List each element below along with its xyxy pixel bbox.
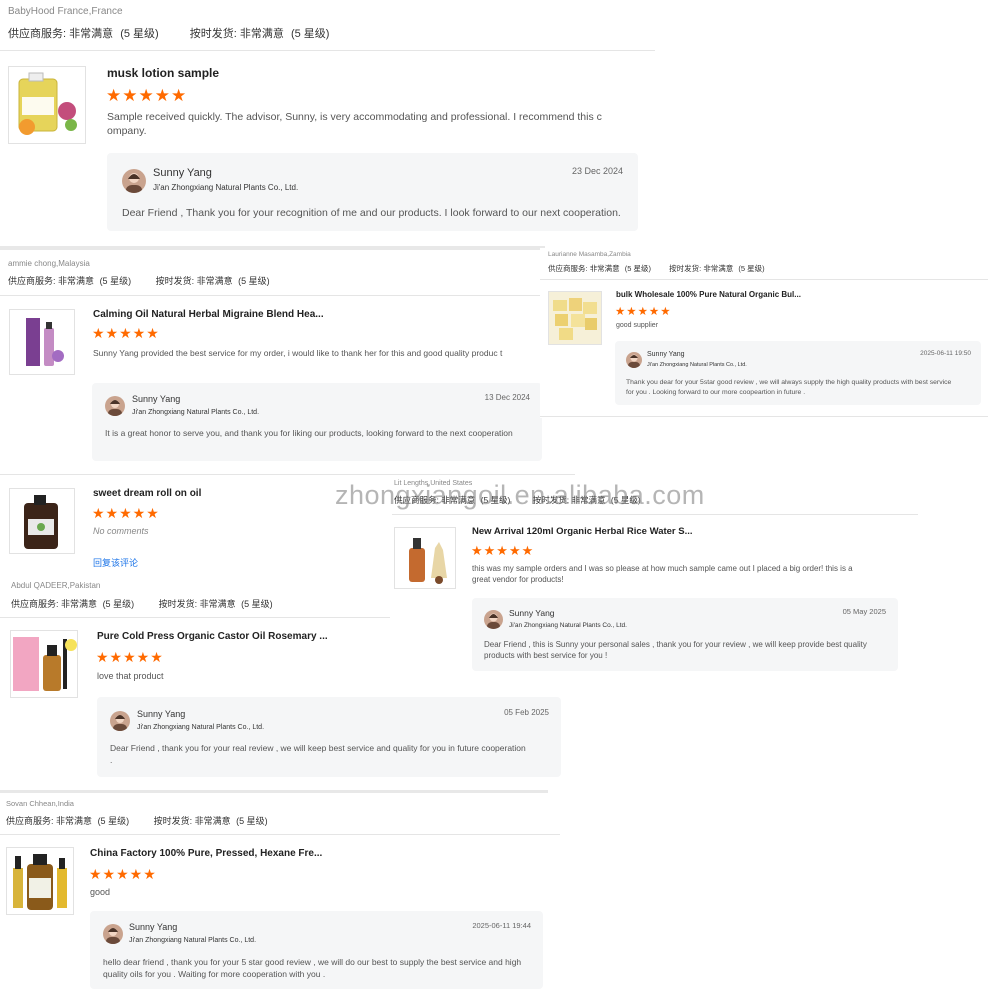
seller-company: Ji'an Zhongxiang Natural Plants Co., Ltd… [137,724,265,731]
reviewer-name: Laurianne Masamba,Zambia [548,251,631,258]
divider [0,834,560,835]
divider [392,514,918,515]
section-separator [0,790,548,793]
review-card: Sovan Chhean,India 供应商服务: 非常满意 (5 星级) 按时… [0,795,560,1000]
seller-company: Ji'an Zhongxiang Natural Plants Co., Ltd… [153,183,299,192]
avatar [110,711,130,731]
review-comment: love that product [97,671,164,681]
star-rating: ★★★★★ [615,306,672,318]
seller-reply: Sunny Yang Ji'an Zhongxiang Natural Plan… [92,383,542,461]
seller-name: Sunny Yang [137,709,186,719]
star-rating: ★★★★★ [96,649,164,665]
review-card: BabyHood France,France 供应商服务: 非常满意 (5 星级… [0,0,655,245]
product-title[interactable]: Calming Oil Natural Herbal Migraine Blen… [93,309,324,320]
divider [540,416,988,417]
seller-reply: Sunny Yang Ji'an Zhongxiang Natural Plan… [97,697,561,777]
review-card: ammie chong,Malaysia 供应商服务: 非常满意 (5 星级) … [0,254,545,474]
roll-on-bottle-image [26,318,64,366]
avatar [122,169,146,193]
reply-date: 05 May 2025 [842,607,886,616]
avatar [105,396,125,416]
divider [0,474,575,475]
seller-company: Ji'an Zhongxiang Natural Plants Co., Ltd… [129,937,257,944]
product-thumbnail[interactable] [8,66,86,144]
rating-meta: 供应商服务: 非常满意 (5 星级) 按时发货: 非常满意 (5 星级) [11,599,273,609]
review-comment: good supplier [616,322,659,329]
review-comment: Sample received quickly. The advisor, Su… [107,111,602,137]
reply-date: 05 Feb 2025 [504,708,549,717]
reviewer-name: Sovan Chhean,India [6,799,74,808]
product-title[interactable]: sweet dream roll on oil [93,488,201,499]
reviewer-name: ammie chong,Malaysia [8,259,90,268]
section-separator [0,246,545,250]
review-card: Abdul QADEER,Pakistan 供应商服务: 非常满意 (5 星级)… [0,578,565,783]
divider [540,279,988,280]
reply-text: hello dear friend , thank you for your 5… [103,957,522,979]
star-rating: ★★★★★ [471,543,535,558]
reply-to-review-link[interactable]: 回复该评论 [93,556,138,569]
oil-jug-image [18,72,77,135]
divider [0,617,390,618]
seller-name: Sunny Yang [129,922,178,932]
product-thumbnail[interactable] [6,847,74,915]
reviewer-name: Lit Lengths,United States [394,480,473,487]
reply-date: 23 Dec 2024 [571,166,623,176]
seller-name: Sunny Yang [647,351,685,358]
rating-meta: 供应商服务: 非常满意 (5 星级) 按时发货: 非常满意 (5 星级) [548,264,765,273]
product-thumbnail[interactable] [9,488,75,554]
divider [0,295,545,296]
seller-reply: Sunny Yang Ji'an Zhongxiang Natural Plan… [107,153,638,231]
review-card: sweet dream roll on oil ★★★★★ No comment… [0,474,575,579]
seller-reply: Sunny Yang Ji'an Zhongxiang Natural Plan… [90,911,543,989]
dark-oil-jug-image [24,495,58,549]
product-thumbnail[interactable] [9,309,75,375]
product-thumbnail[interactable] [548,291,602,345]
seller-name: Sunny Yang [132,394,181,404]
avatar [626,352,642,368]
rating-meta: 供应商服务: 非常满意 (5 星级) 按时发货: 非常满意 (5 星级) [8,276,270,286]
star-rating: ★★★★★ [92,325,160,341]
review-card: Laurianne Masamba,Zambia 供应商服务: 非常满意 (5 … [540,248,988,418]
black-seed-oil-bottles-image [13,854,67,910]
seller-name: Sunny Yang [153,167,212,179]
review-comment: No comments [93,526,149,536]
reviewer-name: Abdul QADEER,Pakistan [11,581,101,590]
castor-oil-bottle-image [13,637,77,691]
product-title[interactable]: musk lotion sample [107,66,219,80]
rating-meta: 供应商服务: 非常满意 (5 星级) 按时发货: 非常满意 (5 星级) [8,28,330,40]
product-title[interactable]: China Factory 100% Pure, Pressed, Hexane… [90,848,322,859]
reply-text: Dear Friend , Thank you for your recogni… [122,207,621,219]
avatar [103,924,123,944]
product-title[interactable]: bulk Wholesale 100% Pure Natural Organic… [616,290,801,299]
star-rating: ★★★★★ [89,866,157,882]
reply-text: Thank you dear for your 5star good revie… [626,379,952,396]
reply-text: It is a great honor to serve you, and th… [105,428,513,438]
review-comment: good [90,887,111,897]
reviewer-name: BabyHood France,France [8,6,123,17]
reply-date: 2025-06-11 19:50 [920,350,971,357]
product-title[interactable]: Pure Cold Press Organic Castor Oil Rosem… [97,631,328,642]
seller-company: Ji'an Zhongxiang Natural Plants Co., Ltd… [132,409,260,416]
product-thumbnail[interactable] [10,630,78,698]
star-rating: ★★★★★ [92,505,160,521]
star-rating: ★★★★★ [106,86,188,105]
divider [0,50,655,51]
product-title[interactable]: New Arrival 120ml Organic Herbal Rice Wa… [472,526,693,537]
butter-chunks-image [549,292,601,344]
review-comment: Sunny Yang provided the best service for… [93,348,503,358]
rating-meta: 供应商服务: 非常满意 (5 星级) 按时发货: 非常满意 (5 星级) [394,495,641,505]
reply-text: Dear Friend , thank you for your real re… [110,743,526,765]
rating-meta: 供应商服务: 非常满意 (5 星级) 按时发货: 非常满意 (5 星级) [6,816,268,826]
reply-date: 13 Dec 2024 [484,393,530,402]
reply-date: 2025-06-11 19:44 [472,921,531,930]
seller-company: Ji'an Zhongxiang Natural Plants Co., Ltd… [647,362,747,368]
seller-reply: Sunny Yang Ji'an Zhongxiang Natural Plan… [615,341,981,405]
